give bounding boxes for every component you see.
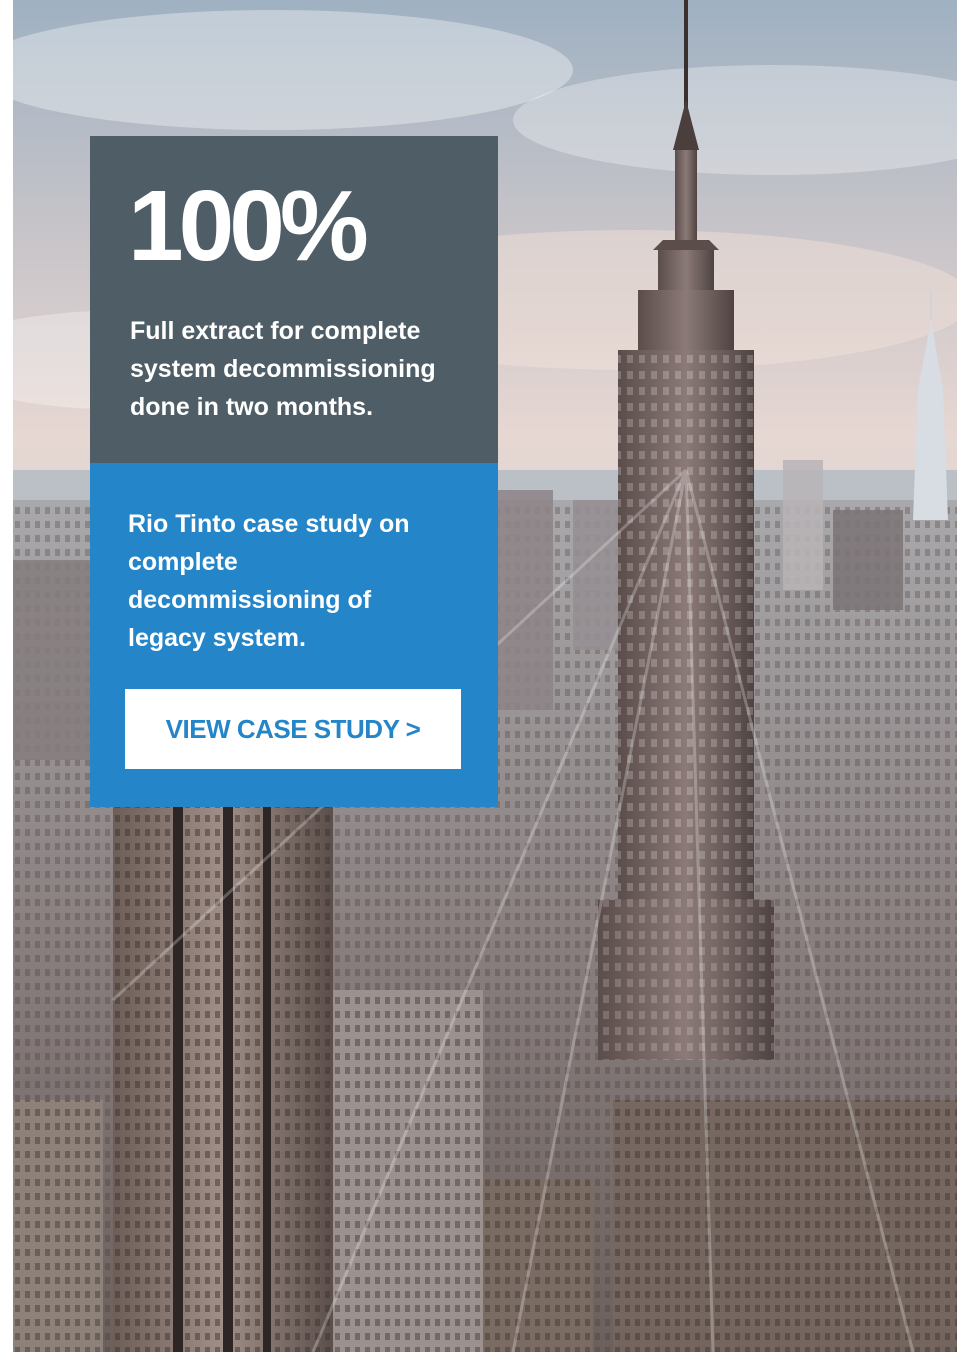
stat-description: Full extract for complete system decommi… bbox=[130, 317, 436, 421]
case-study-description: Rio Tinto case study on complete decommi… bbox=[128, 510, 410, 652]
stat-figure: 100% bbox=[128, 170, 369, 282]
view-case-study-button[interactable]: VIEW CASE STUDY > bbox=[125, 689, 461, 769]
case-study-card: Rio Tinto case study on complete decommi… bbox=[90, 463, 498, 807]
stat-card: 100% Full extract for complete system de… bbox=[90, 136, 498, 463]
